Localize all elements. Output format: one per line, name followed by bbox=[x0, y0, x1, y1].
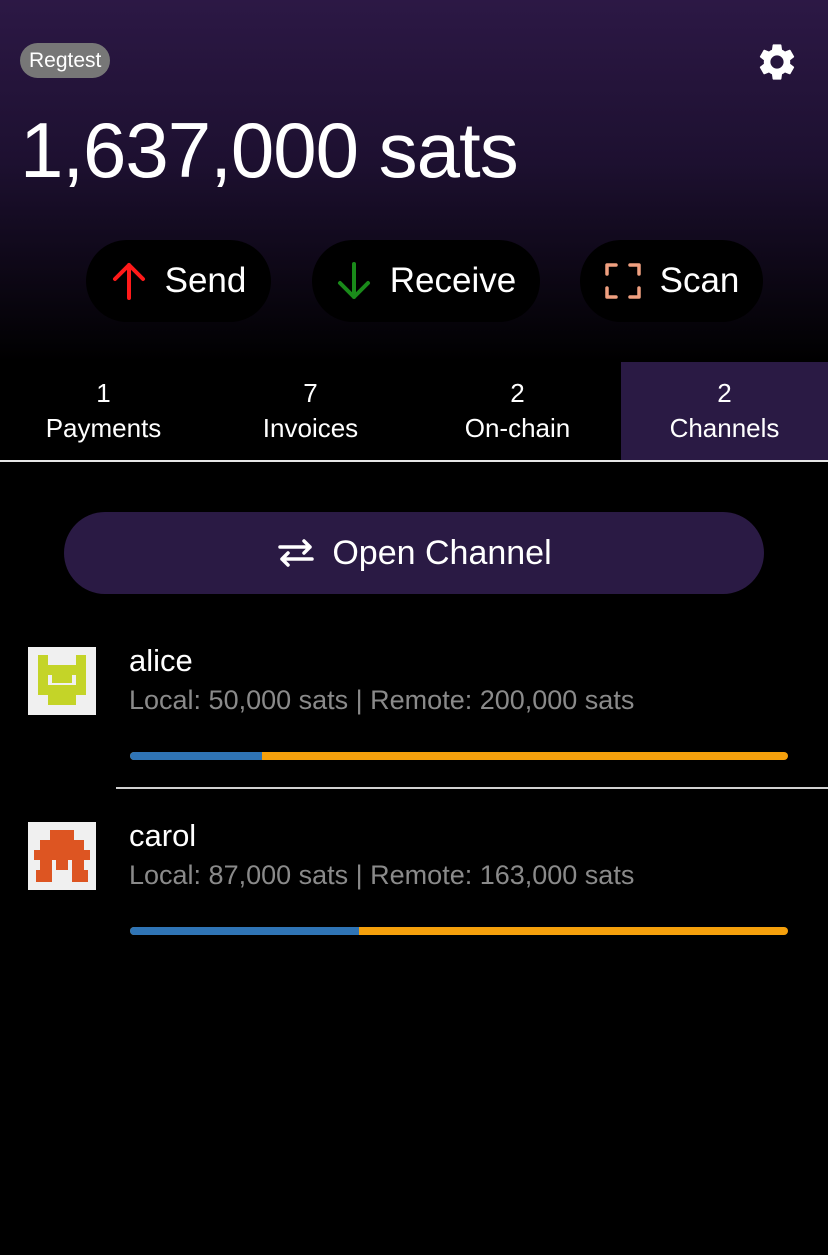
channel-balance-detail: Local: 87,000 sats | Remote: 163,000 sat… bbox=[129, 860, 635, 890]
local-liquidity-fill bbox=[130, 927, 359, 935]
liquidity-bar bbox=[130, 927, 788, 935]
tab-count: 2 bbox=[717, 378, 732, 408]
tab-channels[interactable]: 2 Channels bbox=[621, 362, 828, 460]
network-badge: Regtest bbox=[20, 43, 111, 78]
tab-payments[interactable]: 1 Payments bbox=[0, 362, 207, 460]
send-label: Send bbox=[164, 261, 247, 300]
arrow-up-icon bbox=[112, 263, 145, 300]
receive-label: Receive bbox=[389, 261, 517, 300]
tab-invoices[interactable]: 7 Invoices bbox=[207, 362, 414, 460]
scan-button[interactable]: Scan bbox=[580, 240, 763, 322]
tab-count: 1 bbox=[96, 378, 111, 408]
wallet-header: Regtest 1,637,000 sats Send Receive Scan bbox=[0, 0, 828, 362]
send-button[interactable]: Send bbox=[86, 240, 271, 322]
gear-icon bbox=[759, 44, 795, 80]
tab-label: On-chain bbox=[464, 413, 571, 443]
scan-label: Scan bbox=[659, 261, 740, 300]
tab-bar: 1 Payments 7 Invoices 2 On-chain 2 Chann… bbox=[0, 362, 828, 460]
arrow-down-icon bbox=[337, 262, 370, 299]
avatar bbox=[28, 822, 96, 890]
peer-name: alice bbox=[129, 643, 193, 678]
settings-button[interactable] bbox=[755, 40, 799, 84]
tab-label: Payments bbox=[45, 413, 162, 443]
receive-button[interactable]: Receive bbox=[312, 240, 540, 322]
channel-item[interactable]: carol Local: 87,000 sats | Remote: 163,0… bbox=[0, 818, 828, 942]
tab-count: 7 bbox=[303, 378, 318, 408]
open-channel-label: Open Channel bbox=[332, 533, 552, 572]
tab-label: Channels bbox=[669, 413, 780, 443]
avatar bbox=[28, 647, 96, 715]
scan-frame-icon bbox=[604, 263, 641, 299]
liquidity-bar bbox=[130, 752, 788, 760]
tab-count: 2 bbox=[510, 378, 525, 408]
channel-balance-detail: Local: 50,000 sats | Remote: 200,000 sat… bbox=[129, 685, 635, 715]
swap-arrows-icon bbox=[278, 539, 315, 567]
balance-amount: 1,637,000 sats bbox=[20, 106, 519, 194]
list-divider bbox=[116, 787, 828, 789]
peer-name: carol bbox=[129, 818, 197, 853]
tab-on-chain[interactable]: 2 On-chain bbox=[414, 362, 621, 460]
local-liquidity-fill bbox=[130, 752, 262, 760]
open-channel-button[interactable]: Open Channel bbox=[64, 512, 764, 594]
channel-item[interactable]: alice Local: 50,000 sats | Remote: 200,0… bbox=[0, 643, 828, 767]
tab-label: Invoices bbox=[262, 413, 359, 443]
tab-bar-divider bbox=[0, 460, 828, 462]
